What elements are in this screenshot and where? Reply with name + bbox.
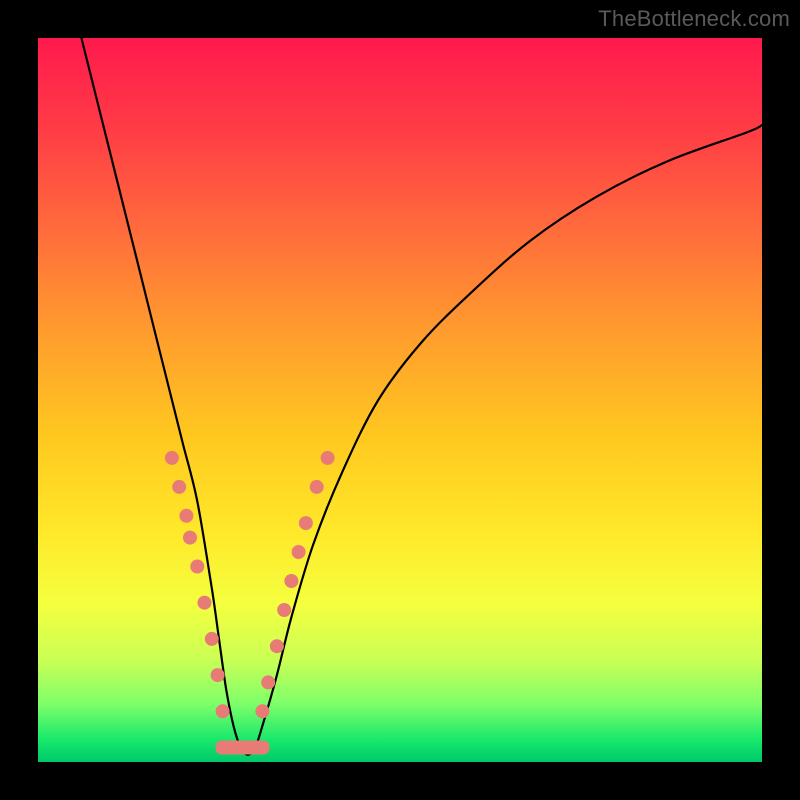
highlight-dots-group (165, 451, 335, 718)
highlight-dot (299, 516, 313, 530)
highlight-dot (284, 574, 298, 588)
valley-blob (216, 741, 270, 755)
highlight-dot (216, 704, 230, 718)
watermark-text: TheBottleneck.com (598, 6, 790, 32)
highlight-dot (183, 531, 197, 545)
highlight-dot (261, 675, 275, 689)
chart-svg (38, 38, 762, 762)
highlight-dot (211, 668, 225, 682)
highlight-dot (165, 451, 179, 465)
plot-area (38, 38, 762, 762)
highlight-dot (179, 509, 193, 523)
highlight-dot (255, 704, 269, 718)
highlight-dot (292, 545, 306, 559)
highlight-dot (310, 480, 324, 494)
highlight-dot (172, 480, 186, 494)
bottleneck-curve (81, 38, 762, 755)
highlight-dot (270, 639, 284, 653)
highlight-dot (205, 632, 219, 646)
highlight-dot (321, 451, 335, 465)
highlight-dot (190, 560, 204, 574)
chart-frame: TheBottleneck.com (0, 0, 800, 800)
highlight-dot (198, 596, 212, 610)
highlight-dot (277, 603, 291, 617)
